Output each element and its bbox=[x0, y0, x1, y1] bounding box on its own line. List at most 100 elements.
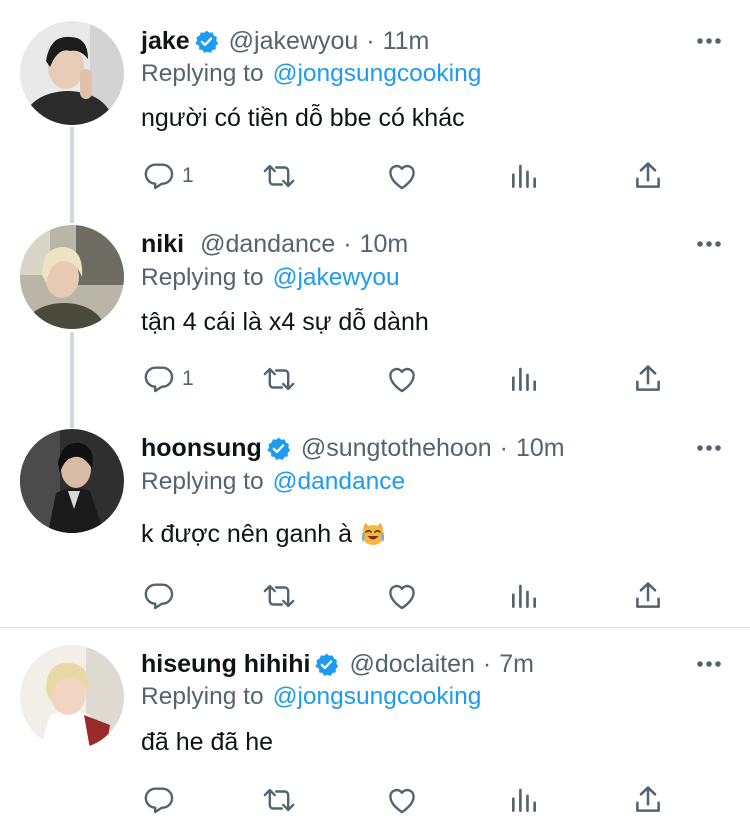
reply-icon bbox=[144, 787, 174, 814]
reply-button[interactable] bbox=[142, 578, 182, 614]
avatar[interactable] bbox=[20, 645, 124, 749]
verified-badge-icon bbox=[194, 29, 219, 54]
like-button[interactable] bbox=[385, 158, 419, 194]
timestamp[interactable]: 7m bbox=[499, 650, 534, 679]
handle[interactable]: @doclaiten bbox=[349, 650, 474, 679]
tweet[interactable]: niki @dandance · 10m Replying to @jakewy… bbox=[0, 220, 750, 424]
replying-prefix: Replying to bbox=[141, 683, 264, 710]
timestamp[interactable]: 10m bbox=[360, 230, 409, 259]
handle[interactable]: @sungtothehoon bbox=[301, 434, 492, 463]
tweet-header: hiseung hihihi @doclaiten · 7m bbox=[141, 647, 534, 681]
retweet-button[interactable] bbox=[260, 158, 298, 194]
reply-icon bbox=[144, 583, 174, 610]
share-button[interactable] bbox=[631, 361, 665, 397]
retweet-button[interactable] bbox=[260, 578, 298, 614]
reply-thread: jake @jakewyou · 11m Replying to @jongsu… bbox=[0, 0, 750, 828]
tweet-text-content: k được nên ganh à bbox=[141, 519, 353, 548]
action-bar: 1 bbox=[141, 158, 681, 194]
handle[interactable]: @jakewyou bbox=[229, 27, 359, 56]
share-icon bbox=[636, 786, 660, 812]
retweet-icon bbox=[263, 788, 295, 812]
analytics-button[interactable] bbox=[508, 578, 540, 614]
analytics-button[interactable] bbox=[508, 361, 540, 397]
replying-prefix: Replying to bbox=[141, 264, 264, 291]
tweet-text: người có tiền dỗ bbe có khác bbox=[141, 101, 465, 135]
replying-to-link[interactable]: @jongsungcooking bbox=[273, 60, 482, 88]
retweet-icon bbox=[263, 584, 295, 608]
share-icon bbox=[636, 365, 660, 391]
verified-badge-icon bbox=[314, 652, 339, 677]
tweet-header: niki @dandance · 10m bbox=[141, 227, 408, 261]
share-button[interactable] bbox=[631, 578, 665, 614]
display-name[interactable]: hiseung hihihi bbox=[141, 650, 310, 679]
verified-badge-icon bbox=[266, 436, 291, 461]
timestamp[interactable]: 10m bbox=[516, 434, 565, 463]
avatar[interactable] bbox=[20, 429, 124, 533]
tweet-text: k được nên ganh à bbox=[141, 517, 386, 551]
retweet-icon bbox=[263, 367, 295, 391]
separator: · bbox=[482, 649, 492, 678]
tweet-text-content: tận 4 cái là x4 sự dỗ dành bbox=[141, 307, 429, 336]
display-name[interactable]: niki bbox=[141, 230, 184, 259]
separator: · bbox=[343, 229, 352, 258]
action-bar bbox=[141, 578, 681, 614]
analytics-icon bbox=[512, 164, 536, 188]
display-name[interactable]: hoonsung bbox=[141, 434, 262, 463]
replying-prefix: Replying to bbox=[141, 468, 264, 495]
heart-icon bbox=[389, 367, 415, 393]
share-icon bbox=[636, 162, 660, 188]
reply-button[interactable]: 1 bbox=[142, 158, 194, 194]
more-icon[interactable] bbox=[694, 31, 724, 51]
reply-button[interactable] bbox=[142, 782, 182, 818]
heart-icon bbox=[389, 788, 415, 814]
share-button[interactable] bbox=[631, 158, 665, 194]
tweet[interactable]: jake @jakewyou · 11m Replying to @jongsu… bbox=[0, 0, 750, 220]
replying-to: Replying to @jongsungcooking bbox=[141, 681, 481, 713]
timestamp[interactable]: 11m bbox=[383, 27, 430, 56]
reply-count: 1 bbox=[182, 367, 194, 390]
heart-icon bbox=[389, 584, 415, 610]
tweet-header: jake @jakewyou · 11m bbox=[141, 24, 429, 58]
replying-to: Replying to @dandance bbox=[141, 466, 405, 498]
more-icon[interactable] bbox=[694, 438, 724, 458]
replying-to-link[interactable]: @dandance bbox=[273, 468, 406, 496]
analytics-button[interactable] bbox=[508, 158, 540, 194]
heart-icon bbox=[389, 164, 415, 190]
tweet[interactable]: hiseung hihihi @doclaiten · 7m Replying … bbox=[0, 628, 750, 828]
like-button[interactable] bbox=[385, 782, 419, 818]
avatar[interactable] bbox=[20, 21, 124, 125]
display-name[interactable]: jake bbox=[141, 27, 190, 56]
analytics-button[interactable] bbox=[508, 782, 540, 818]
analytics-icon bbox=[512, 367, 536, 391]
retweet-icon bbox=[263, 164, 295, 188]
handle[interactable]: @dandance bbox=[200, 230, 335, 259]
reply-icon bbox=[144, 366, 174, 393]
tweet-header: hoonsung @sungtothehoon · 10m bbox=[141, 431, 565, 465]
reply-count: 1 bbox=[182, 164, 194, 187]
more-icon[interactable] bbox=[694, 654, 724, 674]
retweet-button[interactable] bbox=[260, 361, 298, 397]
replying-to-link[interactable]: @jongsungcooking bbox=[273, 683, 482, 711]
laughing-crying-cat-emoji bbox=[360, 521, 386, 547]
reply-icon bbox=[144, 163, 174, 190]
like-button[interactable] bbox=[385, 578, 419, 614]
separator: · bbox=[366, 26, 375, 55]
tweet[interactable]: hoonsung @sungtothehoon · 10m Replying t… bbox=[0, 424, 750, 628]
tweet-text: đã he đã he bbox=[141, 725, 273, 759]
separator: · bbox=[499, 433, 508, 462]
reply-button[interactable]: 1 bbox=[142, 361, 194, 397]
tweet-text: tận 4 cái là x4 sự dỗ dành bbox=[141, 305, 429, 339]
replying-to: Replying to @jongsungcooking bbox=[141, 58, 481, 90]
like-button[interactable] bbox=[385, 361, 419, 397]
tweet-text-content: đã he đã he bbox=[141, 727, 274, 756]
share-icon bbox=[636, 582, 660, 608]
replying-prefix: Replying to bbox=[141, 60, 264, 87]
tweet-text-content: người có tiền dỗ bbe có khác bbox=[141, 103, 465, 132]
avatar[interactable] bbox=[20, 225, 124, 329]
share-button[interactable] bbox=[631, 782, 665, 818]
retweet-button[interactable] bbox=[260, 782, 298, 818]
more-icon[interactable] bbox=[694, 234, 724, 254]
analytics-icon bbox=[512, 584, 536, 608]
action-bar: 1 bbox=[141, 361, 681, 397]
replying-to-link[interactable]: @jakewyou bbox=[273, 264, 400, 292]
